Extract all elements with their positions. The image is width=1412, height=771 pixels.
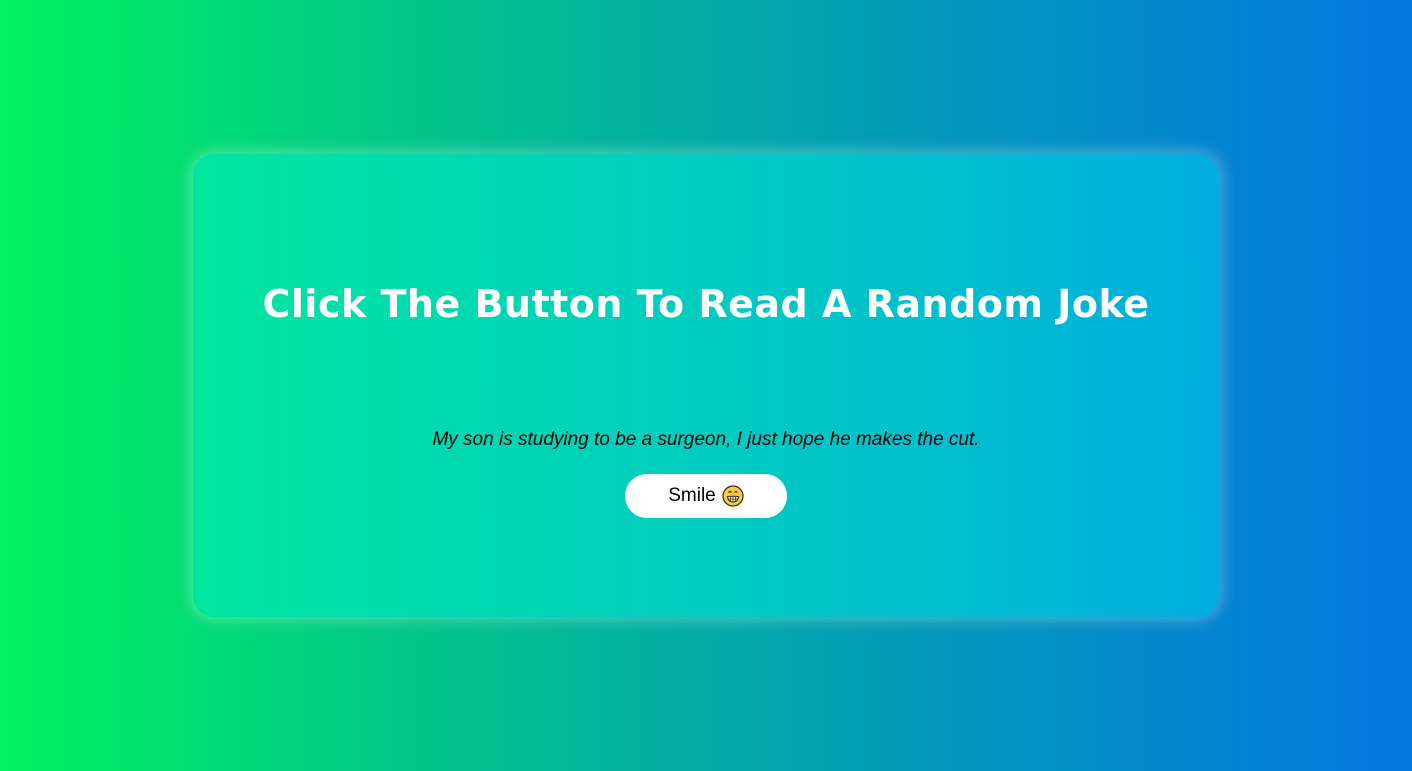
joke-card: Click The Button To Read A Random Joke M… [193, 154, 1219, 617]
grinning-face-icon [722, 485, 744, 507]
joke-text: My son is studying to be a surgeon, I ju… [432, 429, 980, 450]
smile-button-label: Smile [668, 485, 716, 506]
smile-button[interactable]: Smile [625, 474, 787, 518]
page-title: Click The Button To Read A Random Joke [262, 282, 1150, 326]
